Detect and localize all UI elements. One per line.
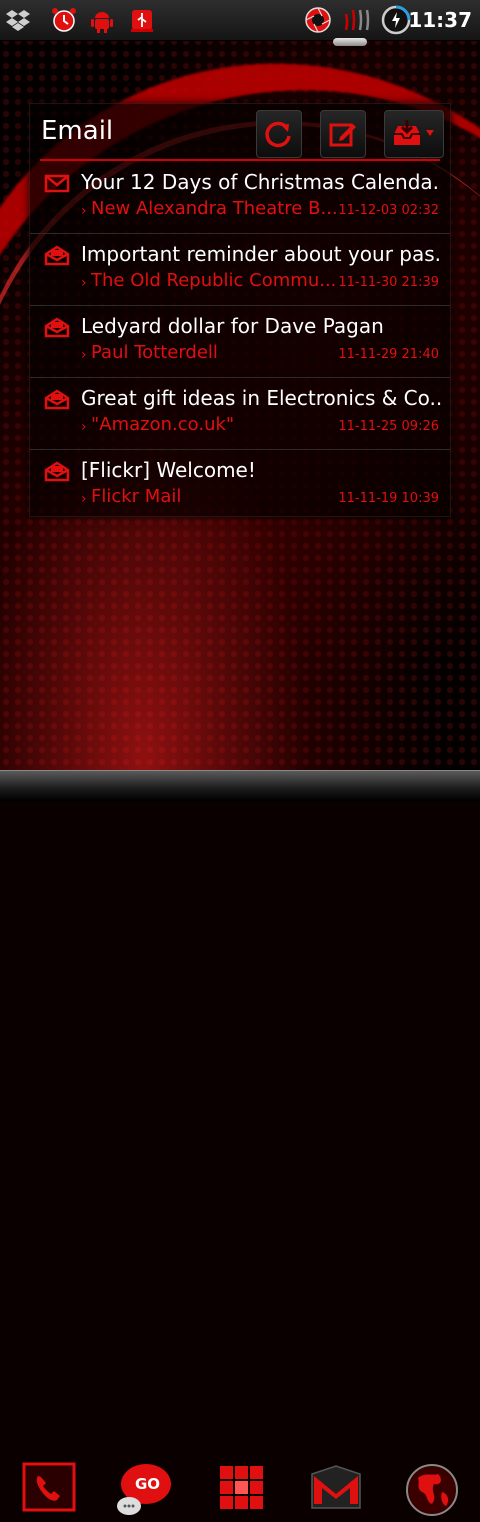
- gmail-icon: [311, 1465, 361, 1509]
- android-icon: [91, 12, 113, 33]
- inbox-dropdown-icon: [394, 120, 434, 145]
- email-date: 11-11-25 09:26: [338, 419, 439, 434]
- open-envelope-icon: [44, 317, 70, 338]
- status-bar[interactable]: 11:37: [0, 0, 480, 41]
- go-sms-icon: GO: [117, 1464, 171, 1515]
- email-subject: [Flickr] Welcome!: [81, 458, 256, 482]
- inbox-dropdown-button[interactable]: [384, 110, 444, 158]
- email-date: 11-11-30 21:39: [338, 275, 439, 290]
- header-divider: [40, 159, 440, 161]
- go-sms-button[interactable]: GO: [116, 1462, 172, 1518]
- chevron-right-icon: ›: [81, 419, 87, 435]
- email-sender: Paul Totterdell: [91, 342, 218, 363]
- widget-title[interactable]: Email: [41, 116, 113, 146]
- camera-shutter-icon: [305, 7, 331, 33]
- email-sender: New Alexandra Theatre B...: [91, 198, 338, 219]
- email-item[interactable]: Great gift ideas in Electronics & Co... …: [30, 378, 450, 450]
- compose-button[interactable]: [320, 110, 366, 158]
- chevron-right-icon: ›: [81, 491, 87, 507]
- email-item[interactable]: Important reminder about your pas... › T…: [30, 234, 450, 306]
- chevron-right-icon: ›: [81, 347, 87, 363]
- email-date: 11-11-19 10:39: [338, 491, 439, 506]
- email-date: 11-11-29 21:40: [338, 347, 439, 362]
- widget-header: Email: [30, 104, 450, 162]
- email-widget[interactable]: Email Your 12 Days of Christmas Calenda.…: [29, 103, 451, 517]
- email-subject: Ledyard dollar for Dave Pagan: [81, 314, 384, 338]
- notification-drawer-handle[interactable]: [333, 38, 367, 46]
- email-sender: The Old Republic Commu...: [91, 270, 337, 291]
- app-drawer-icon: [220, 1466, 263, 1509]
- email-sender: Flickr Mail: [91, 486, 182, 507]
- phone-icon: [22, 1462, 76, 1512]
- usb-icon: [131, 10, 153, 32]
- phone-button[interactable]: [22, 1462, 78, 1518]
- signal-icon: [344, 9, 370, 31]
- alarm-clock-icon: [52, 8, 76, 32]
- open-envelope-icon: [44, 245, 70, 266]
- email-item[interactable]: Your 12 Days of Christmas Calenda... › N…: [30, 162, 450, 234]
- dropbox-icon: [6, 10, 30, 31]
- unread-envelope-icon: [44, 174, 70, 193]
- gmail-button[interactable]: [308, 1462, 364, 1518]
- refresh-button[interactable]: [256, 110, 302, 158]
- open-envelope-icon: [44, 461, 70, 482]
- email-date: 11-12-03 02:32: [338, 203, 439, 218]
- clock-time: 11:37: [408, 8, 472, 32]
- dock: GO: [0, 728, 480, 1516]
- email-subject: Your 12 Days of Christmas Calenda...: [81, 170, 441, 194]
- chevron-right-icon: ›: [81, 275, 87, 291]
- email-sender: "Amazon.co.uk": [91, 414, 235, 435]
- email-subject: Important reminder about your pas...: [81, 242, 441, 266]
- battery-charging-icon: [381, 5, 411, 35]
- email-subject: Great gift ideas in Electronics & Co...: [81, 386, 441, 410]
- browser-button[interactable]: [404, 1462, 460, 1518]
- go-sms-label: GO: [135, 1475, 160, 1493]
- chevron-right-icon: ›: [81, 203, 87, 219]
- refresh-icon: [265, 121, 291, 148]
- browser-globe-icon: [406, 1464, 458, 1516]
- email-list[interactable]: Your 12 Days of Christmas Calenda... › N…: [30, 162, 450, 521]
- open-envelope-icon: [44, 389, 70, 410]
- app-drawer-button[interactable]: [214, 1462, 270, 1518]
- email-item[interactable]: [Flickr] Welcome! › Flickr Mail 11-11-19…: [30, 450, 450, 521]
- compose-icon: [329, 123, 356, 147]
- email-item[interactable]: Ledyard dollar for Dave Pagan › Paul Tot…: [30, 306, 450, 378]
